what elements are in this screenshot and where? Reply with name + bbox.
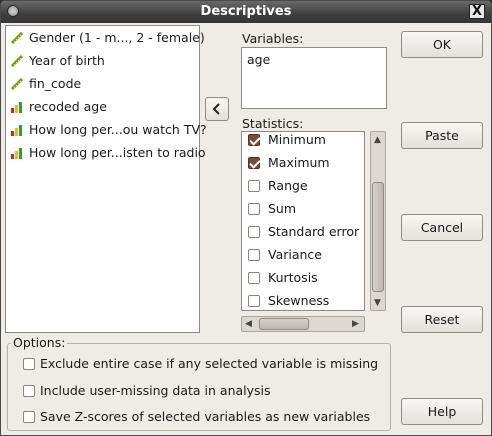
chevron-left-icon [212, 103, 220, 115]
scale-ruler-icon [10, 31, 24, 45]
save-z-scores-checkbox[interactable] [23, 411, 35, 423]
scale-ruler-icon [10, 54, 24, 68]
scroll-right-icon[interactable]: ▶ [352, 319, 359, 329]
include-user-missing-checkbox[interactable] [23, 385, 35, 397]
scroll-up-icon[interactable]: ▲ [374, 135, 381, 145]
variables-label: Variables: [242, 31, 304, 46]
window-title: Descriptives [200, 4, 292, 19]
horizontal-scroll-thumb[interactable] [259, 318, 309, 330]
standard-error-checkbox[interactable] [248, 226, 260, 238]
descriptives-dialog: Descriptives X Gender (1 - m..., 2 - fem… [0, 0, 492, 436]
paste-button[interactable]: Paste [401, 122, 483, 149]
vertical-scroll-thumb[interactable] [372, 182, 384, 292]
close-button[interactable]: X [469, 4, 485, 19]
cancel-button[interactable]: Cancel [401, 214, 483, 241]
scale-ruler-icon [10, 77, 24, 91]
sum-checkbox[interactable] [248, 203, 260, 215]
options-label: Options: [11, 335, 68, 350]
statistics-list[interactable]: Minimum Maximum Range Sum Standard error… [241, 131, 365, 311]
source-variable-list[interactable]: Gender (1 - m..., 2 - female) Year of bi… [5, 25, 207, 333]
ordinal-bars-icon [11, 148, 22, 159]
maximum-checkbox[interactable] [248, 157, 260, 169]
variance-checkbox[interactable] [248, 249, 260, 261]
scroll-left-icon[interactable]: ◀ [245, 319, 252, 329]
scroll-down-icon[interactable]: ▼ [374, 298, 381, 308]
ordinal-bars-icon [11, 102, 22, 113]
title-bar: Descriptives X [1, 1, 491, 23]
exclude-case-checkbox[interactable] [23, 358, 35, 370]
move-variable-button[interactable] [205, 97, 229, 121]
statistics-label: Statistics: [242, 116, 304, 131]
range-checkbox[interactable] [248, 180, 260, 192]
statistics-horizontal-scrollbar[interactable]: ◀ ▶ [241, 316, 365, 332]
skewness-checkbox[interactable] [248, 295, 260, 307]
statistics-vertical-scrollbar[interactable]: ▲ ▼ [370, 131, 386, 311]
help-button[interactable]: Help [401, 398, 483, 425]
reset-button[interactable]: Reset [401, 306, 483, 333]
list-item-age[interactable]: age [247, 52, 270, 67]
ok-button[interactable]: OK [401, 31, 483, 58]
kurtosis-checkbox[interactable] [248, 272, 260, 284]
ordinal-bars-icon [11, 125, 22, 136]
minimum-checkbox[interactable] [248, 134, 260, 146]
variables-target-list[interactable]: age [241, 47, 387, 109]
